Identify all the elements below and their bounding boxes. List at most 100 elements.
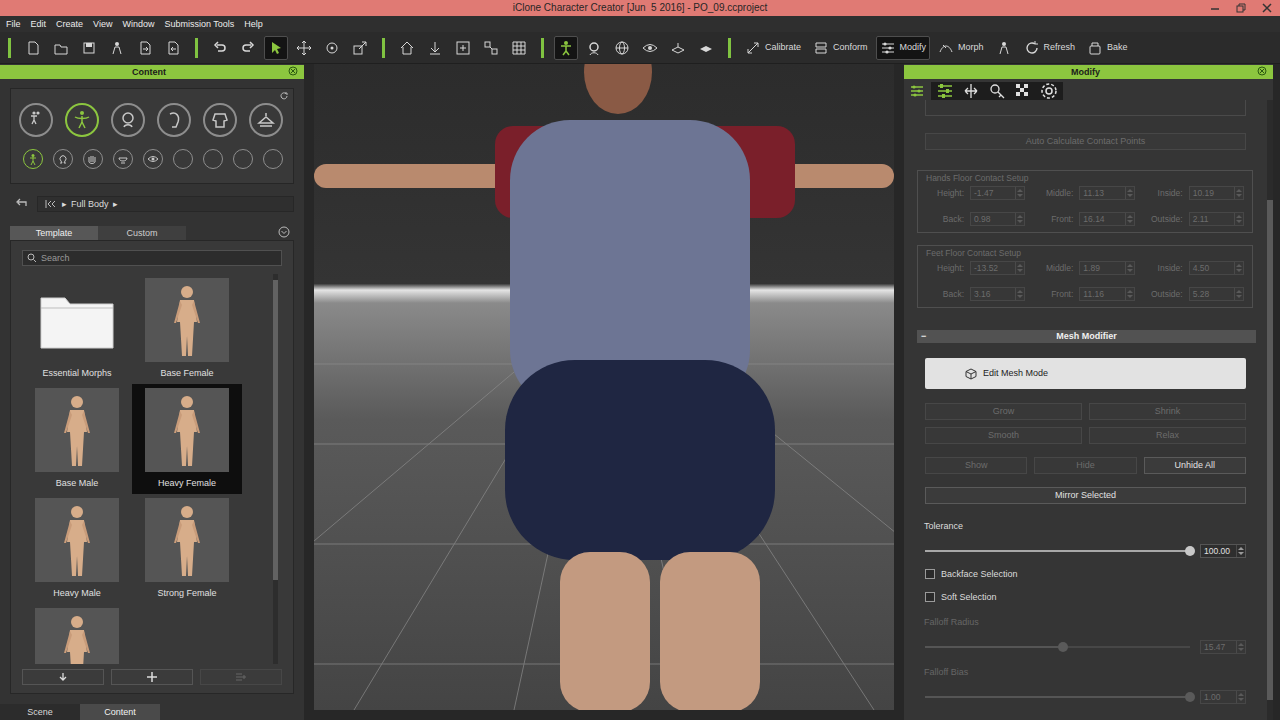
modify-tab[interactable]: [1039, 82, 1059, 100]
number-field[interactable]: 16.14: [1079, 212, 1134, 226]
template-item[interactable]: [22, 604, 132, 664]
template-item[interactable]: Strong Female: [132, 494, 242, 604]
tool-icon-button[interactable]: [320, 36, 344, 60]
tool-icon-button[interactable]: [77, 36, 101, 60]
subcategory-button[interactable]: [263, 149, 283, 169]
subcategory-button[interactable]: [143, 149, 163, 169]
spin-arrows[interactable]: [1236, 641, 1245, 653]
restore-button[interactable]: [1228, 0, 1254, 16]
tool-button[interactable]: Bake: [1083, 36, 1132, 60]
spin-arrows[interactable]: [1236, 691, 1245, 703]
menu-item[interactable]: File: [1, 19, 26, 30]
slider-track[interactable]: [925, 691, 1190, 703]
number-field[interactable]: 15.47: [1200, 640, 1246, 654]
number-field[interactable]: 11.13: [1079, 186, 1134, 200]
close-button[interactable]: [1254, 0, 1280, 16]
modify-scrollbar[interactable]: [1267, 100, 1273, 720]
tool-button[interactable]: Modify: [876, 36, 931, 60]
tool-icon-button[interactable]: [105, 36, 129, 60]
tool-icon-button[interactable]: [666, 36, 690, 60]
spin-arrows[interactable]: [1125, 262, 1134, 274]
tool-button[interactable]: Morph: [934, 36, 988, 60]
modify-tab[interactable]: [1013, 82, 1033, 100]
tool-icon-button[interactable]: [208, 36, 232, 60]
tool-icon-button[interactable]: [21, 36, 45, 60]
minimize-button[interactable]: [1202, 0, 1228, 16]
tool-icon-button[interactable]: [638, 36, 662, 60]
refresh-button[interactable]: [279, 91, 289, 101]
modify-tab[interactable]: [987, 82, 1007, 100]
tool-button[interactable]: Calibrate: [741, 36, 805, 60]
number-field[interactable]: -13.52: [970, 261, 1025, 275]
checkbox-row[interactable]: Backface Selection: [925, 567, 1261, 581]
slider-track[interactable]: [925, 545, 1190, 557]
scrollbar-thumb[interactable]: [1267, 200, 1273, 700]
category-button[interactable]: [157, 103, 191, 137]
slider-track[interactable]: [925, 641, 1190, 653]
spin-arrows[interactable]: [1125, 187, 1134, 199]
number-field[interactable]: 1.00: [1200, 690, 1246, 704]
template-item[interactable]: Essential Morphs: [22, 274, 132, 384]
menu-item[interactable]: Window: [117, 19, 159, 30]
checkbox[interactable]: [925, 592, 935, 602]
mesh-button[interactable]: Grow: [925, 403, 1082, 420]
checkbox-row[interactable]: Soft Selection: [925, 590, 1261, 604]
collapse-toggle[interactable]: −: [921, 331, 935, 342]
breadcrumb-item[interactable]: Full Body: [71, 199, 109, 210]
tool-icon-button[interactable]: [992, 36, 1016, 60]
tool-icon-button[interactable]: [479, 36, 503, 60]
subcategory-button[interactable]: [53, 149, 73, 169]
menu-item[interactable]: Submission Tools: [159, 19, 239, 30]
content-tab[interactable]: Custom: [98, 226, 186, 240]
tool-icon-button[interactable]: [264, 36, 288, 60]
number-field[interactable]: 0.98: [970, 212, 1025, 226]
tool-icon-button[interactable]: [423, 36, 447, 60]
3d-viewport[interactable]: [314, 64, 894, 710]
back-button[interactable]: [14, 197, 28, 212]
menu-item[interactable]: Help: [239, 19, 268, 30]
spin-arrows[interactable]: [1236, 545, 1245, 557]
tool-icon-button[interactable]: [610, 36, 634, 60]
spin-arrows[interactable]: [1015, 213, 1024, 225]
number-field[interactable]: 1.89: [1079, 261, 1134, 275]
tool-icon-button[interactable]: [292, 36, 316, 60]
mesh-modifier-header[interactable]: −Mesh Modifier: [917, 330, 1256, 343]
tool-icon-button[interactable]: [582, 36, 606, 60]
tool-icon-button[interactable]: [395, 36, 419, 60]
subcategory-button[interactable]: [113, 149, 133, 169]
menu-item[interactable]: View: [88, 19, 117, 30]
tool-icon-button[interactable]: [348, 36, 372, 60]
subcategory-button[interactable]: [83, 149, 103, 169]
template-item[interactable]: Base Male: [22, 384, 132, 494]
subcategory-button[interactable]: [23, 149, 43, 169]
tool-icon-button[interactable]: [236, 36, 260, 60]
menu-item[interactable]: Edit: [26, 19, 52, 30]
panel-tab[interactable]: Content: [80, 704, 160, 720]
menu-item[interactable]: Create: [51, 19, 88, 30]
subcategory-button[interactable]: [203, 149, 223, 169]
category-button[interactable]: [249, 103, 283, 137]
mesh-button[interactable]: Show: [925, 457, 1027, 474]
close-panel-button[interactable]: [288, 66, 298, 79]
spin-arrows[interactable]: [1125, 288, 1134, 300]
modify-tab[interactable]: [935, 82, 955, 100]
content-action-button[interactable]: [22, 669, 104, 685]
template-item[interactable]: Heavy Female: [132, 384, 242, 494]
tool-icon-button[interactable]: [554, 36, 578, 60]
slider-thumb[interactable]: [1058, 642, 1068, 652]
spin-arrows[interactable]: [1234, 213, 1243, 225]
category-button[interactable]: [19, 103, 53, 137]
spin-arrows[interactable]: [1125, 213, 1134, 225]
template-item[interactable]: Base Female: [132, 274, 242, 384]
tool-icon-button[interactable]: [49, 36, 73, 60]
subcategory-button[interactable]: [173, 149, 193, 169]
view-options-button[interactable]: [278, 226, 290, 241]
scrollbar-thumb[interactable]: [273, 280, 278, 580]
list-scrollbar[interactable]: [273, 274, 278, 664]
spin-arrows[interactable]: [1234, 262, 1243, 274]
spin-arrows[interactable]: [1015, 262, 1024, 274]
category-button[interactable]: [203, 103, 237, 137]
mesh-button[interactable]: Mirror Selected: [925, 487, 1246, 504]
close-panel-button[interactable]: [1257, 66, 1267, 79]
tool-icon-button[interactable]: [694, 36, 718, 60]
